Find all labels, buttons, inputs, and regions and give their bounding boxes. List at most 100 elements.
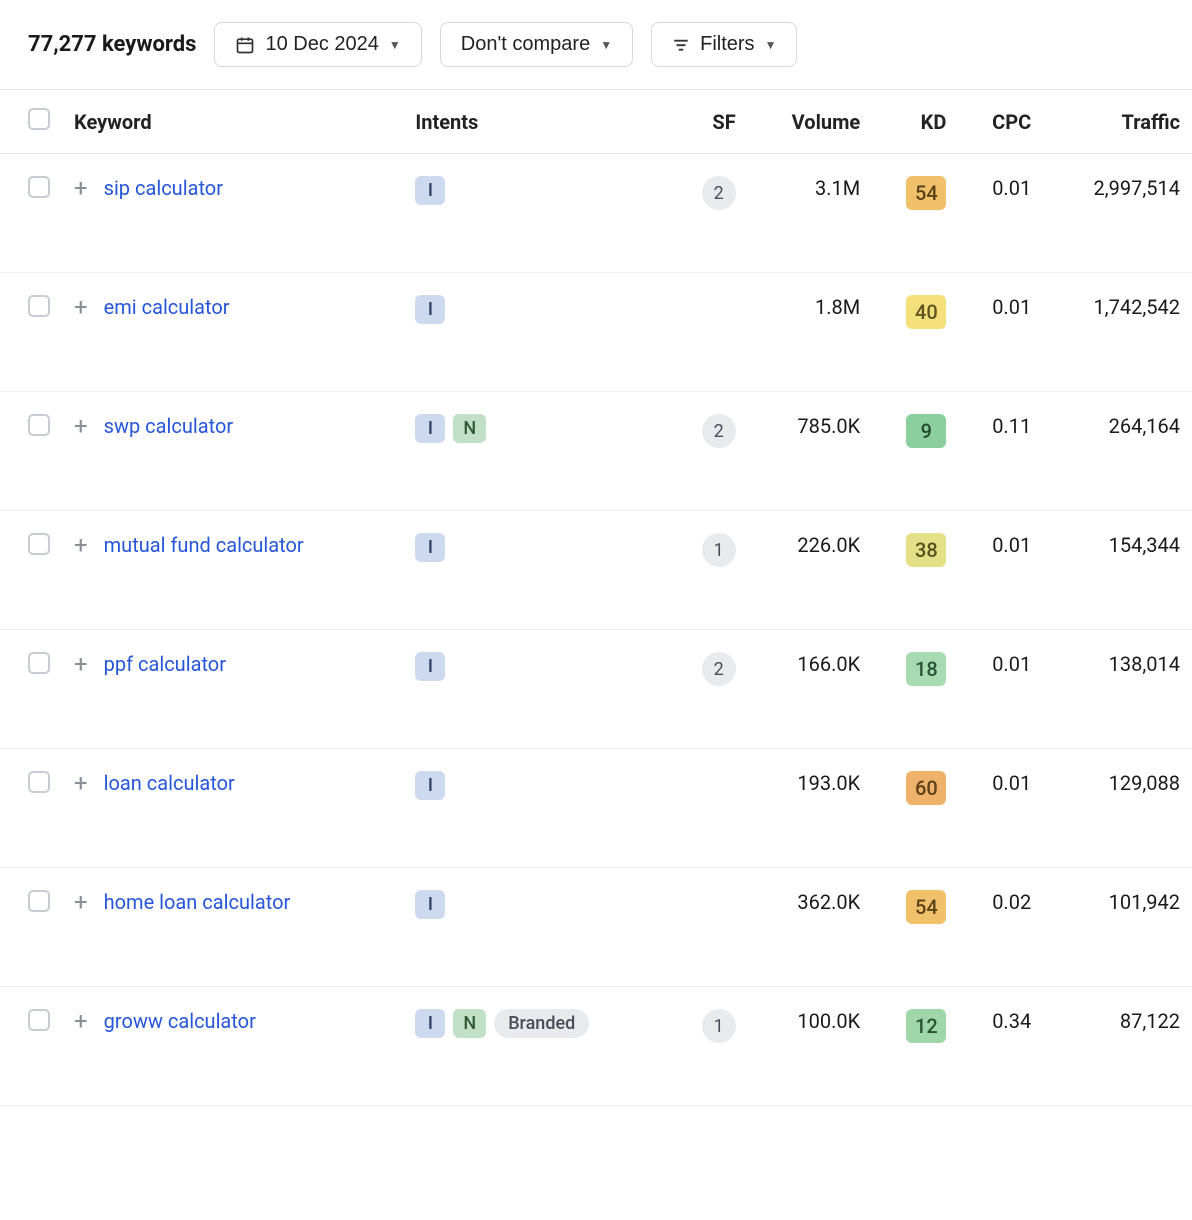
- cpc-value: 0.01: [958, 630, 1043, 749]
- intent-badges: INBranded: [415, 1009, 589, 1038]
- keyword-link[interactable]: home loan calculator: [104, 890, 291, 914]
- col-cpc[interactable]: CPC: [958, 90, 1043, 154]
- traffic-value: 129,088: [1043, 749, 1192, 868]
- intent-badge: I: [415, 533, 445, 562]
- row-checkbox[interactable]: [28, 890, 50, 912]
- col-intents[interactable]: Intents: [403, 90, 669, 154]
- cpc-value: 0.01: [958, 273, 1043, 392]
- sf-badge: 1: [702, 533, 736, 567]
- keywords-table: Keyword Intents SF Volume KD CPC Traffic…: [0, 89, 1192, 1106]
- col-kd[interactable]: KD: [872, 90, 958, 154]
- row-checkbox[interactable]: [28, 295, 50, 317]
- add-icon[interactable]: +: [74, 295, 88, 319]
- row-checkbox[interactable]: [28, 652, 50, 674]
- filter-icon: [672, 36, 690, 54]
- table-row: + sip calculator I 2 3.1M 54 0.012,997,514: [0, 154, 1192, 273]
- keyword-link[interactable]: sip calculator: [104, 176, 223, 200]
- intent-badge: I: [415, 890, 445, 919]
- col-volume[interactable]: Volume: [748, 90, 873, 154]
- traffic-value: 1,742,542: [1043, 273, 1192, 392]
- keyword-link[interactable]: emi calculator: [104, 295, 230, 319]
- col-sf[interactable]: SF: [670, 90, 748, 154]
- sf-badge: 2: [702, 652, 736, 686]
- col-select: [0, 90, 62, 154]
- add-icon[interactable]: +: [74, 414, 88, 438]
- intent-badges: I: [415, 890, 445, 919]
- kd-badge: 9: [906, 414, 946, 448]
- date-picker-button[interactable]: 10 Dec 2024 ▼: [214, 22, 421, 67]
- volume-value: 785.0K: [748, 392, 873, 511]
- intent-badge: I: [415, 295, 445, 324]
- keyword-link[interactable]: groww calculator: [104, 1009, 256, 1033]
- kd-badge: 18: [906, 652, 946, 686]
- cpc-value: 0.01: [958, 154, 1043, 273]
- add-icon[interactable]: +: [74, 771, 88, 795]
- table-row: +swp calculatorIN2785.0K90.11264,164: [0, 392, 1192, 511]
- add-icon[interactable]: +: [74, 890, 88, 914]
- keywords-count: 77,277 keywords: [28, 32, 196, 57]
- add-icon[interactable]: +: [74, 533, 88, 557]
- kd-badge: 54: [906, 176, 946, 210]
- kd-badge: 54: [906, 890, 946, 924]
- volume-value: 1.8M: [748, 273, 873, 392]
- row-checkbox[interactable]: [28, 533, 50, 555]
- intent-badge: I: [415, 414, 445, 443]
- table-row: +ppf calculatorI2166.0K180.01138,014: [0, 630, 1192, 749]
- keyword-link[interactable]: loan calculator: [104, 771, 235, 795]
- table-header-row: Keyword Intents SF Volume KD CPC Traffic: [0, 90, 1192, 154]
- row-checkbox[interactable]: [28, 1009, 50, 1031]
- traffic-value: 138,014: [1043, 630, 1192, 749]
- compare-button[interactable]: Don't compare ▼: [440, 22, 633, 67]
- volume-value: 100.0K: [748, 987, 873, 1106]
- cpc-value: 0.02: [958, 868, 1043, 987]
- filters-label: Filters: [700, 33, 754, 56]
- add-icon[interactable]: +: [74, 1009, 88, 1033]
- chevron-down-icon: ▼: [765, 38, 777, 52]
- table-row: +groww calculatorINBranded1100.0K120.348…: [0, 987, 1192, 1106]
- intent-badge: I: [415, 652, 445, 681]
- chevron-down-icon: ▼: [389, 38, 401, 52]
- select-all-checkbox[interactable]: [28, 108, 50, 130]
- cpc-value: 0.01: [958, 511, 1043, 630]
- traffic-value: 87,122: [1043, 987, 1192, 1106]
- sf-badge: 1: [702, 1009, 736, 1043]
- col-traffic[interactable]: Traffic: [1043, 90, 1192, 154]
- compare-label: Don't compare: [461, 33, 590, 56]
- intent-badge: Branded: [494, 1009, 589, 1038]
- table-row: +emi calculatorI1.8M400.011,742,542: [0, 273, 1192, 392]
- kd-badge: 60: [906, 771, 946, 805]
- kd-badge: 38: [906, 533, 946, 567]
- filters-button[interactable]: Filters ▼: [651, 22, 797, 67]
- intent-badges: I: [415, 771, 445, 800]
- row-checkbox[interactable]: [28, 771, 50, 793]
- traffic-value: 101,942: [1043, 868, 1192, 987]
- traffic-value: 2,997,514: [1043, 154, 1192, 273]
- intent-badge: N: [453, 1009, 486, 1038]
- keyword-link[interactable]: ppf calculator: [104, 652, 226, 676]
- toolbar: 77,277 keywords 10 Dec 2024 ▼ Don't comp…: [0, 0, 1192, 89]
- cpc-value: 0.34: [958, 987, 1043, 1106]
- cpc-value: 0.11: [958, 392, 1043, 511]
- volume-value: 3.1M: [748, 154, 873, 273]
- keyword-link[interactable]: mutual fund calculator: [104, 533, 304, 557]
- add-icon[interactable]: +: [74, 176, 88, 200]
- keyword-link[interactable]: swp calculator: [104, 414, 234, 438]
- intent-badges: I: [415, 295, 445, 324]
- kd-badge: 12: [906, 1009, 946, 1043]
- row-checkbox[interactable]: [28, 414, 50, 436]
- intent-badge: I: [415, 771, 445, 800]
- intent-badge: I: [415, 176, 445, 205]
- sf-badge: 2: [702, 414, 736, 448]
- table-row: + home loan calculator I 362.0K 54 0.02101,94…: [0, 868, 1192, 987]
- sf-badge: 2: [702, 176, 736, 210]
- traffic-value: 154,344: [1043, 511, 1192, 630]
- volume-value: 362.0K: [748, 868, 873, 987]
- add-icon[interactable]: +: [74, 652, 88, 676]
- table-row: + mutual fund calculator I 1 226.0K 38 0.01154…: [0, 511, 1192, 630]
- volume-value: 226.0K: [748, 511, 873, 630]
- col-keyword[interactable]: Keyword: [62, 90, 403, 154]
- intent-badge: N: [453, 414, 486, 443]
- row-checkbox[interactable]: [28, 176, 50, 198]
- intent-badges: IN: [415, 414, 486, 443]
- calendar-icon: [235, 35, 255, 55]
